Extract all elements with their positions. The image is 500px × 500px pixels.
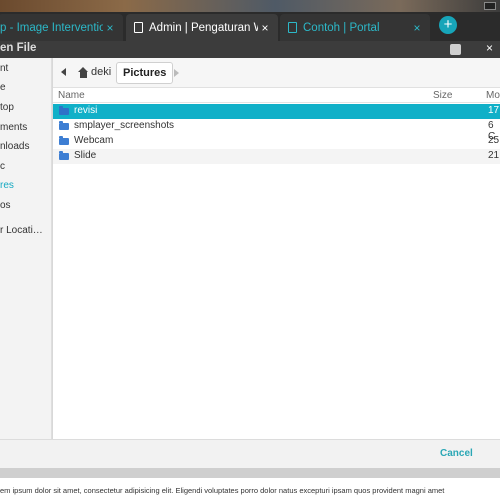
breadcrumb-home-label: deki	[91, 66, 112, 78]
browser-tabbar: p - Image Intervention × Admin | Pengatu…	[0, 12, 500, 41]
tab-image-intervention[interactable]: p - Image Intervention ×	[0, 14, 123, 41]
sidebar-item-videos[interactable]: os	[0, 200, 11, 218]
column-name[interactable]: Name	[58, 90, 85, 101]
table-row[interactable]: Webcam 25	[53, 134, 500, 149]
file-name: Webcam	[74, 135, 114, 146]
file-name: Slide	[74, 150, 97, 161]
places-sidebar: nt e top ments nloads c res os r Locati…	[0, 58, 52, 439]
sidebar-item-recent[interactable]: nt	[0, 63, 8, 81]
window-top-strip	[0, 0, 500, 12]
table-row[interactable]: revisi 17	[53, 104, 500, 119]
file-name: smplayer_screenshots	[74, 120, 175, 131]
column-size[interactable]: Size	[433, 90, 452, 101]
path-bar: deki Pictures	[53, 58, 500, 88]
sidebar-item-music[interactable]: c	[0, 161, 5, 179]
tab-close-icon[interactable]: ×	[410, 21, 424, 35]
page-content: em ipsum dolor sit amet, consectetur adi…	[0, 478, 500, 500]
file-modified: 25	[488, 135, 500, 146]
sidebar-item-home[interactable]: e	[0, 82, 6, 100]
scroll-right-icon[interactable]	[174, 69, 179, 77]
window-control-button[interactable]	[484, 2, 496, 10]
column-modified[interactable]: Mo	[486, 90, 500, 101]
folder-icon	[59, 151, 69, 160]
dialog-shadow	[0, 468, 500, 478]
dialog-close-icon[interactable]: ×	[486, 41, 493, 55]
tab-label: p - Image Intervention	[0, 21, 103, 34]
sidebar-item-pictures[interactable]: res	[0, 180, 14, 198]
cancel-button[interactable]: Cancel	[440, 448, 473, 459]
sidebar-item-desktop[interactable]: top	[0, 102, 14, 120]
breadcrumb-current[interactable]: Pictures	[116, 62, 174, 84]
file-modified: 17	[488, 105, 500, 116]
tab-close-icon[interactable]: ×	[258, 21, 272, 35]
scroll-left-icon[interactable]	[61, 68, 66, 76]
column-header: Name Size Mo	[53, 88, 500, 103]
folder-icon	[59, 121, 69, 130]
folder-icon	[59, 106, 69, 115]
tab-close-icon[interactable]: ×	[103, 21, 117, 35]
tab-label: Admin | Pengaturan Web	[149, 21, 258, 34]
sidebar-item-documents[interactable]: ments	[0, 122, 27, 140]
dialog-header: en File ×	[0, 41, 500, 58]
tab-admin-pengaturan[interactable]: Admin | Pengaturan Web ×	[126, 14, 278, 41]
breadcrumb-home[interactable]: deki	[78, 66, 111, 78]
table-row[interactable]: smplayer_screenshots 6 C	[53, 119, 500, 142]
tab-contoh-portal[interactable]: Contoh | Portal ×	[280, 14, 430, 41]
new-tab-button[interactable]: +	[439, 16, 457, 34]
body-text: em ipsum dolor sit amet, consectetur adi…	[0, 486, 445, 495]
folder-icon	[59, 136, 69, 145]
file-modified: 21	[488, 150, 500, 161]
document-icon	[288, 22, 297, 33]
sidebar-item-downloads[interactable]: nloads	[0, 141, 29, 159]
translate-icon[interactable]	[450, 44, 461, 55]
dialog-footer: Cancel	[0, 439, 500, 468]
file-list: Name Size Mo revisi 17 smplayer_screensh…	[53, 88, 500, 439]
tab-label: Contoh | Portal	[303, 21, 380, 34]
file-name: revisi	[74, 105, 98, 116]
document-icon	[134, 22, 143, 33]
sidebar-item-other-locations[interactable]: r Locati…	[0, 225, 43, 243]
table-row[interactable]: Slide 21	[53, 149, 500, 164]
dialog-title: en File	[0, 42, 37, 54]
home-icon	[78, 66, 89, 78]
